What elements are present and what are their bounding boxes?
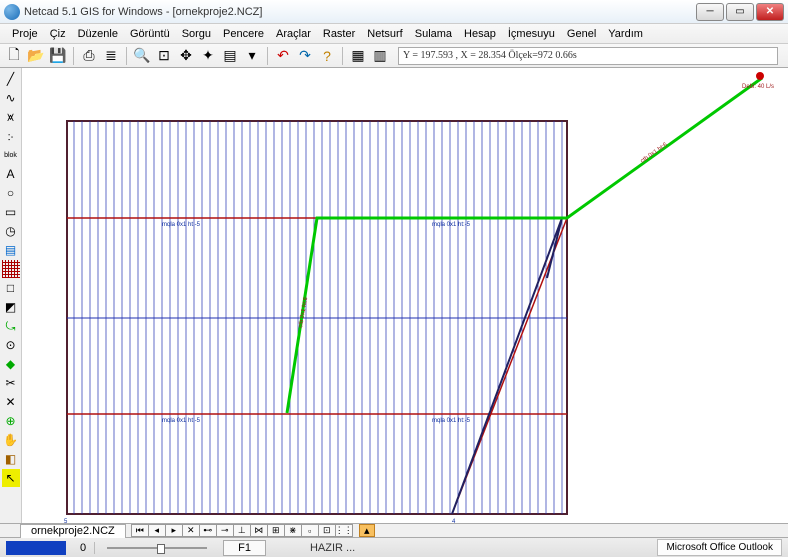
nav-first-icon[interactable]: ⏮ xyxy=(131,524,149,537)
block-tool-icon[interactable]: blok xyxy=(2,146,20,164)
snap-int-icon[interactable]: ⋇ xyxy=(284,524,302,537)
snap-grid-icon[interactable]: ⊞ xyxy=(267,524,285,537)
dropdown-icon[interactable]: ▾ xyxy=(242,46,262,66)
cross-tool-icon[interactable]: ✕ xyxy=(2,393,20,411)
new-doc-icon[interactable]: 🗋 xyxy=(4,46,24,66)
print-icon[interactable]: ⎙ xyxy=(79,46,99,66)
menu-netsurf[interactable]: Netsurf xyxy=(361,26,408,42)
open-icon[interactable]: 📂 xyxy=(26,46,46,66)
nav-next-icon[interactable]: ▸ xyxy=(165,524,183,537)
status-text: HAZIR ... xyxy=(310,542,355,554)
main-area: ╱ ∿ ⩙ ჻ blok A ○ ▭ ◷ ▤ □ ◩ ⤿ ⊙ ◆ ✂ ✕ ⊕ ✋… xyxy=(0,68,788,523)
axis-label-left: 5 xyxy=(64,519,68,523)
canvas-svg: Debi: 40 L/s 5 4 mqla 0x1 ht:-5 mqla 0x1… xyxy=(22,68,788,523)
canvas-label: mqla 0x1 ht:-5 xyxy=(432,418,471,424)
snap-near-icon[interactable]: ⋈ xyxy=(250,524,268,537)
vertical-toolbar: ╱ ∿ ⩙ ჻ blok A ○ ▭ ◷ ▤ □ ◩ ⤿ ⊙ ◆ ✂ ✕ ⊕ ✋… xyxy=(0,68,22,523)
zoom-icon[interactable]: 🔍 xyxy=(132,46,152,66)
select-tool-icon[interactable]: □ xyxy=(2,279,20,297)
polyline-tool-icon[interactable]: ∿ xyxy=(2,89,20,107)
menu-proje[interactable]: Proje xyxy=(6,26,44,42)
edge-tool-icon[interactable]: ◩ xyxy=(2,298,20,316)
coordinate-readout: Y = 197.593 , X = 28.354 Ölçek=972 0.66s xyxy=(398,47,778,65)
window-close-button[interactable]: ✕ xyxy=(756,3,784,21)
menu-goruntu[interactable]: Görüntü xyxy=(124,26,176,42)
status-slider[interactable] xyxy=(107,547,207,549)
snap-node-icon[interactable]: ▫ xyxy=(301,524,319,537)
window-minimize-button[interactable]: ─ xyxy=(696,3,724,21)
hatch-tool-icon[interactable] xyxy=(2,260,20,278)
node-tool-icon[interactable]: ⊙ xyxy=(2,336,20,354)
menu-duzenle[interactable]: Düzenle xyxy=(72,26,124,42)
page-tool-icon[interactable]: ▤ xyxy=(2,241,20,259)
move-icon[interactable]: ✥ xyxy=(176,46,196,66)
palm-tool-icon[interactable]: ✋ xyxy=(2,431,20,449)
undo-icon[interactable]: ↶ xyxy=(273,46,293,66)
pick-tool-icon[interactable]: ⤿ xyxy=(2,317,20,335)
menu-sorgu[interactable]: Sorgu xyxy=(176,26,217,42)
titlebar: Netcad 5.1 GIS for Windows - [ornekproje… xyxy=(0,0,788,24)
document-tab[interactable]: ornekproje2.NCZ xyxy=(20,524,126,538)
redo-icon[interactable]: ↷ xyxy=(295,46,315,66)
snap-dots-icon[interactable]: ⋮⋮ xyxy=(335,524,353,537)
table-icon[interactable]: ▦ xyxy=(348,46,368,66)
statusbar: 0 F1 HAZIR ... Microsoft Office Outlook xyxy=(0,537,788,557)
snap-cross-icon[interactable]: ✕ xyxy=(182,524,200,537)
nav-prev-icon[interactable]: ◂ xyxy=(148,524,166,537)
point-tool-icon[interactable]: ჻ xyxy=(2,127,20,145)
status-color-chip[interactable] xyxy=(6,541,66,555)
canvas-label: mqla 0x1 ht:-5 xyxy=(162,222,201,228)
outlook-notification[interactable]: Microsoft Office Outlook xyxy=(657,539,782,556)
snap-perp-icon[interactable]: ⊥ xyxy=(233,524,251,537)
zigzag-tool-icon[interactable]: ⩙ xyxy=(2,108,20,126)
axis-label-right: 4 xyxy=(452,519,456,523)
menu-araclar[interactable]: Araçlar xyxy=(270,26,317,42)
snap-mid-icon[interactable]: ⊸ xyxy=(216,524,234,537)
window-title: Netcad 5.1 GIS for Windows - [ornekproje… xyxy=(24,6,262,18)
canvas-label: mqla 0x1 ht:-5 xyxy=(162,418,201,424)
arrow-tool-icon[interactable]: ↖ xyxy=(2,469,20,487)
line-tool-icon[interactable]: ╱ xyxy=(2,70,20,88)
menu-pencere[interactable]: Pencere xyxy=(217,26,270,42)
status-number: 0 xyxy=(72,542,95,554)
main-toolbar: 🗋 📂 💾 ⎙ ≣ 🔍 ⊡ ✥ ✦ ▤ ▾ ↶ ↷ ? ▦ ▥ Y = 197.… xyxy=(0,44,788,68)
menu-yardim[interactable]: Yardım xyxy=(602,26,649,42)
menu-raster[interactable]: Raster xyxy=(317,26,361,42)
text-tool-icon[interactable]: A xyxy=(2,165,20,183)
view-mode-buttons: ⏮ ◂ ▸ ✕ ⊷ ⊸ ⊥ ⋈ ⊞ ⋇ ▫ ⊡ ⋮⋮ xyxy=(132,524,353,537)
target-tool-icon[interactable]: ⊕ xyxy=(2,412,20,430)
status-key-f1[interactable]: F1 xyxy=(223,540,266,556)
zoom-ext-icon[interactable]: ⊡ xyxy=(154,46,174,66)
circle-tool-icon[interactable]: ○ xyxy=(2,184,20,202)
canvas-label: mqla 0x1 ht:-5 xyxy=(432,222,471,228)
clock-tool-icon[interactable]: ◷ xyxy=(2,222,20,240)
rect-tool-icon[interactable]: ▭ xyxy=(2,203,20,221)
menu-hesap[interactable]: Hesap xyxy=(458,26,502,42)
paste-tool-icon[interactable]: ◆ xyxy=(2,355,20,373)
list-icon[interactable]: ≣ xyxy=(101,46,121,66)
drawing-canvas[interactable]: Debi: 40 L/s 5 4 mqla 0x1 ht:-5 mqla 0x1… xyxy=(22,68,788,523)
grid2-icon[interactable]: ▥ xyxy=(370,46,390,66)
document-tabbar: ornekproje2.NCZ ⏮ ◂ ▸ ✕ ⊷ ⊸ ⊥ ⋈ ⊞ ⋇ ▫ ⊡ … xyxy=(0,523,788,537)
layers-icon[interactable]: ▤ xyxy=(220,46,240,66)
menubar: Proje Çiz Düzenle Görüntü Sorgu Pencere … xyxy=(0,24,788,44)
menu-genel[interactable]: Genel xyxy=(561,26,602,42)
cut-tool-icon[interactable]: ✂ xyxy=(2,374,20,392)
menu-sulama[interactable]: Sulama xyxy=(409,26,458,42)
canvas-label-vert: ctb 0x1 ht:6 xyxy=(298,296,309,328)
save-icon[interactable]: 💾 xyxy=(48,46,68,66)
app-icon xyxy=(4,4,20,20)
snap-end-icon[interactable]: ⊷ xyxy=(199,524,217,537)
help-icon[interactable]: ? xyxy=(317,46,337,66)
compass-icon[interactable]: ✦ xyxy=(198,46,218,66)
flip-up-icon[interactable]: ▴ xyxy=(359,524,375,537)
menu-icmesuyu[interactable]: İçmesuyu xyxy=(502,26,561,42)
menu-ciz[interactable]: Çiz xyxy=(44,26,72,42)
snap-ext-icon[interactable]: ⊡ xyxy=(318,524,336,537)
canvas-label-diag: ctb 0x1 ht:6 xyxy=(640,142,669,165)
debi-label: Debi: 40 L/s xyxy=(742,84,774,90)
region-tool-icon[interactable]: ◧ xyxy=(2,450,20,468)
window-maximize-button[interactable]: ▭ xyxy=(726,3,754,21)
